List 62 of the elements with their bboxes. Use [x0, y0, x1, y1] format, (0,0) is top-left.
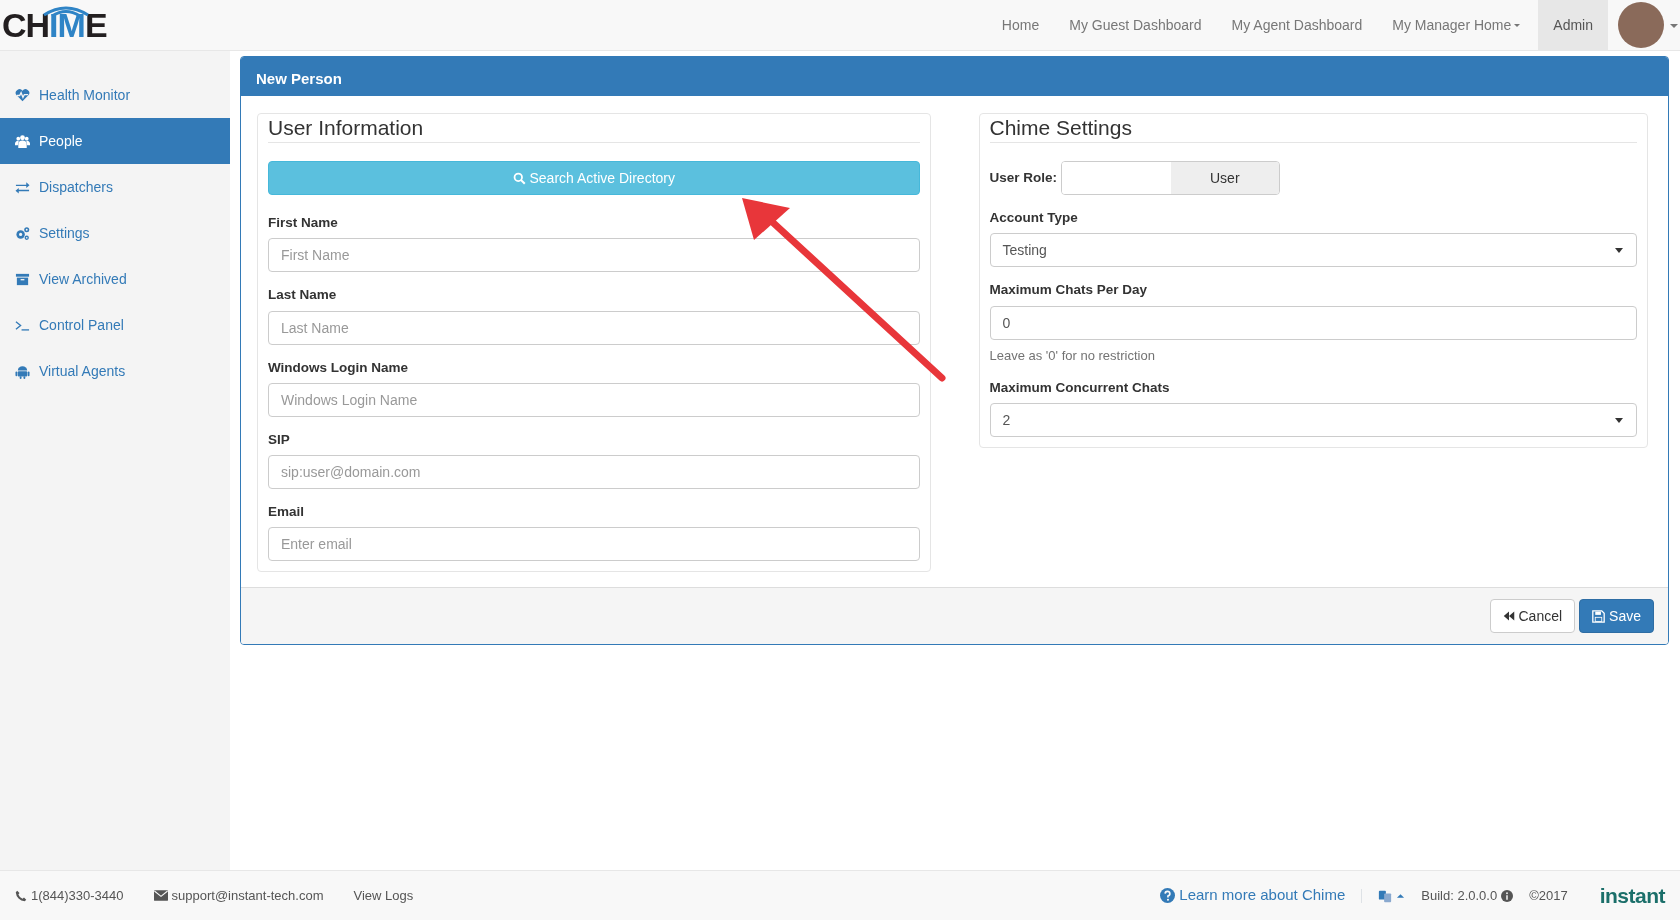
sidebar-item[interactable]: Health Monitor [0, 72, 230, 118]
save-button[interactable]: Save [1579, 599, 1654, 634]
sidebar-item[interactable]: Settings [0, 210, 230, 256]
caret-icon [1668, 21, 1680, 29]
input-field[interactable]: 0 [989, 305, 1637, 340]
caret-icon [1614, 246, 1624, 255]
phone-icon [15, 889, 27, 902]
field-label: Account Type [989, 209, 1079, 227]
build-version: Build: 2.0.0.0 [1421, 885, 1514, 906]
field-label: Last Name [268, 286, 338, 305]
role-toggle[interactable]: User [1061, 161, 1281, 195]
nav-link[interactable]: My Agent Dashboard [1216, 0, 1378, 50]
logo: CHIME [0, 0, 107, 50]
section-title: User Information [268, 114, 920, 143]
email-link[interactable]: support@instant-tech.com [153, 885, 324, 906]
input-field[interactable]: Last Name [268, 310, 920, 345]
search-icon [512, 171, 526, 185]
nav-link[interactable]: My Manager Home [1377, 0, 1539, 50]
sidebar-item[interactable]: Dispatchers [0, 164, 230, 210]
help-icon [1160, 888, 1176, 903]
view-logs-link[interactable]: View Logs [353, 885, 414, 906]
sidebar-item[interactable]: Control Panel [0, 302, 230, 348]
robot-icon [15, 363, 30, 379]
avatar-placeholder[interactable] [1618, 2, 1664, 48]
archive-icon [15, 271, 30, 287]
panel-title: New Person [241, 57, 1668, 96]
brand-logo: instant [1599, 882, 1665, 909]
info-icon [1501, 889, 1514, 902]
field-label: User Role: [989, 168, 1058, 187]
input-field[interactable]: Enter email [268, 527, 920, 562]
sidebar-item[interactable]: People [0, 118, 230, 164]
phone-number: 1(844)330-3440 [15, 885, 124, 906]
select-field[interactable]: 2 [989, 403, 1637, 438]
sidebar-item[interactable]: View Archived [0, 256, 230, 302]
input-field[interactable]: sip:user@domain.com [268, 455, 920, 489]
nav-link[interactable]: Admin [1538, 0, 1608, 50]
people-icon [15, 133, 30, 149]
rewind-icon [1503, 610, 1516, 623]
input-field[interactable]: First Name [268, 238, 920, 273]
field-label: Maximum Concurrent Chats [989, 379, 1171, 397]
caret-icon [1396, 892, 1406, 899]
input-field[interactable]: Windows Login Name [268, 382, 920, 417]
section-title: Chime Settings [989, 114, 1637, 143]
language-menu[interactable] [1361, 888, 1406, 903]
select-field[interactable]: Testing [989, 233, 1637, 268]
translate-icon [1378, 888, 1393, 903]
caret-icon [1614, 416, 1624, 425]
field-label: First Name [268, 214, 339, 232]
cancel-button[interactable]: Cancel [1490, 599, 1576, 634]
gears-icon [15, 225, 30, 241]
learn-more-link[interactable]: Learn more about Chime [1160, 884, 1346, 907]
heart-icon [15, 87, 30, 103]
field-label: Email [268, 503, 306, 521]
field-label: Windows Login Name [268, 358, 410, 377]
copyright-text: ©2017 [1529, 886, 1568, 905]
sidebar-item[interactable]: Virtual Agents [0, 348, 230, 394]
nav-link[interactable]: My Guest Dashboard [1054, 0, 1217, 50]
help-text: Leave as '0' for no restriction [989, 346, 1156, 365]
nav-link[interactable]: Home [986, 0, 1055, 50]
field-label: Maximum Chats Per Day [989, 281, 1149, 300]
field-label: SIP [268, 430, 291, 449]
envelope-icon [153, 890, 168, 901]
